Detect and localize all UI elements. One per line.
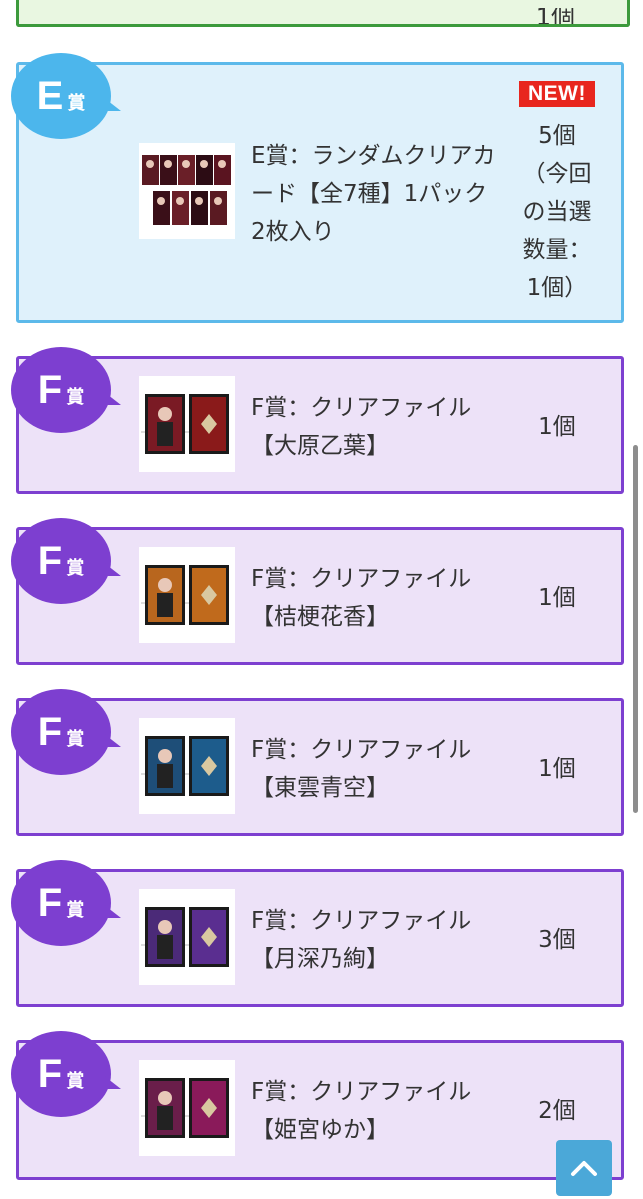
prize-count-f: 1個 <box>538 585 576 611</box>
prize-name-f: F賞：クリアファイル 【姫宮ゆか】 <box>251 1073 501 1149</box>
prize-name-line: F賞：クリアファイル <box>251 1079 472 1105</box>
badge-letter: F <box>37 880 63 925</box>
prize-name-line: F賞：クリアファイル <box>251 737 472 763</box>
prize-name-line: 【月深乃絢】 <box>251 946 389 972</box>
prize-thumbnail-f[interactable] <box>139 1060 235 1156</box>
badge-letter: F <box>37 538 63 583</box>
prize-count-f: 2個 <box>538 1098 576 1124</box>
prize-name-f: F賞：クリアファイル 【月深乃絢】 <box>251 902 501 978</box>
prize-name-line: F賞：クリアファイル <box>251 566 472 592</box>
scroll-to-top-button[interactable] <box>556 1140 612 1196</box>
clear-file-image <box>141 897 233 977</box>
prize-card-f: F 賞 F賞：クリアファイル 【桔梗花香】 1個 <box>11 518 624 665</box>
prize-name-line: 【姫宮ゆか】 <box>251 1117 389 1143</box>
count-line: （今回 <box>522 161 592 187</box>
scrollbar[interactable] <box>633 445 638 813</box>
prize-name-e: E賞：ランダムクリアカード【全7種】1パック2枚入り <box>251 143 496 245</box>
prize-badge-f: F賞 <box>11 518 121 604</box>
prize-badge-f: F賞 <box>11 860 121 946</box>
clear-file-image <box>141 384 233 464</box>
clear-file-image <box>141 726 233 806</box>
prize-count-f: 1個 <box>538 414 576 440</box>
prize-name-f: F賞：クリアファイル 【桔梗花香】 <box>251 560 501 636</box>
badge-suffix: 賞 <box>66 900 85 921</box>
badge-letter: F <box>37 367 63 412</box>
prize-count-e: 5個 （今回 の当選 数量： 1個） <box>507 117 607 307</box>
prize-badge-f: F賞 <box>11 347 121 433</box>
prize-name-f: F賞：クリアファイル 【大原乙葉】 <box>251 389 501 465</box>
badge-letter: F <box>37 709 63 754</box>
prize-card-f: F 賞 F賞：クリアファイル 【大原乙葉】 1個 <box>11 347 624 494</box>
prize-thumbnail-e[interactable] <box>139 143 235 239</box>
prize-card-e: E 賞 E賞：ランダムクリアカード【全7種】1パック2枚入り NEW! 5個 （… <box>11 53 624 323</box>
prize-count-f: 3個 <box>538 927 576 953</box>
badge-suffix: 賞 <box>66 558 85 579</box>
prize-name-f: F賞：クリアファイル 【東雲青空】 <box>251 731 501 807</box>
prize-thumbnail-f[interactable] <box>139 718 235 814</box>
count-line: 1個） <box>526 275 588 301</box>
prize-badge-f: F賞 <box>11 689 121 775</box>
count-line: 5個 <box>538 123 576 149</box>
prize-name-line: 【大原乙葉】 <box>251 433 389 459</box>
new-badge: NEW! <box>519 81 595 107</box>
prize-card-f: F 賞 F賞：クリアファイル 【姫宮ゆか】 2個 <box>11 1031 624 1180</box>
prize-name-line: F賞：クリアファイル <box>251 908 472 934</box>
badge-letter: F <box>37 1051 63 1096</box>
badge-suffix: 賞 <box>67 93 86 114</box>
prize-name-line: 【桔梗花香】 <box>251 604 389 630</box>
badge-suffix: 賞 <box>66 729 85 750</box>
prize-card-f: F 賞 F賞：クリアファイル 【月深乃絢】 3個 <box>11 860 624 1007</box>
count-line: 数量： <box>522 237 592 263</box>
prize-name-line: 【東雲青空】 <box>251 775 389 801</box>
prize-name-line: F賞：クリアファイル <box>251 395 472 421</box>
badge-suffix: 賞 <box>66 387 85 408</box>
prize-thumbnail-f[interactable] <box>139 889 235 985</box>
badge-letter: E <box>36 73 64 118</box>
prize-thumbnail-f[interactable] <box>139 376 235 472</box>
prize-card-f: F 賞 F賞：クリアファイル 【東雲青空】 1個 <box>11 689 624 836</box>
card-photos-image <box>141 153 233 229</box>
prize-count-f: 1個 <box>538 756 576 782</box>
chevron-up-icon <box>571 1161 597 1176</box>
count-line: の当選 <box>522 199 592 225</box>
previous-prize-card: 1個 <box>16 0 630 27</box>
previous-prize-count: 1個 <box>535 8 575 24</box>
clear-file-image <box>141 555 233 635</box>
prize-thumbnail-f[interactable] <box>139 547 235 643</box>
clear-file-image <box>141 1068 233 1148</box>
badge-suffix: 賞 <box>66 1071 85 1092</box>
prize-badge-f: F賞 <box>11 1031 121 1117</box>
prize-badge-e: E 賞 <box>11 53 121 139</box>
